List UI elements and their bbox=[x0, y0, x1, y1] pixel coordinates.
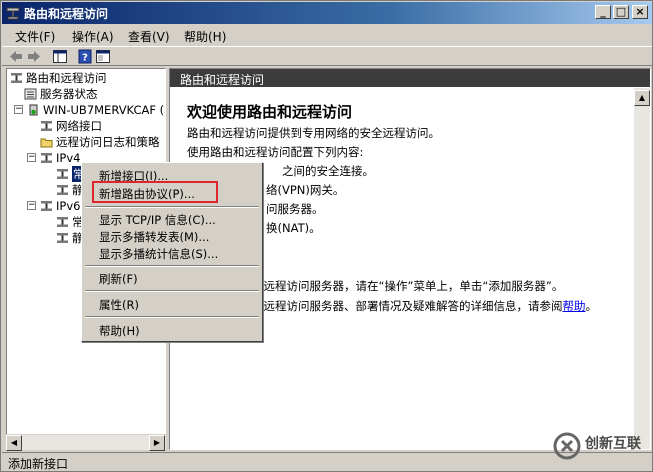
scroll-right-icon[interactable]: ▶ bbox=[149, 435, 165, 451]
minimize-button[interactable]: _ bbox=[595, 5, 611, 19]
menu-help[interactable]: 帮助(H) bbox=[184, 28, 226, 45]
tree-node-server-status[interactable]: 服务器状态 bbox=[24, 86, 98, 102]
expand-ipv6-toggle[interactable]: − bbox=[27, 201, 36, 210]
menu-file[interactable]: 文件(F) bbox=[15, 28, 55, 45]
menu-separator bbox=[85, 316, 259, 318]
router-icon bbox=[57, 169, 68, 179]
details-header: 路由和远程访问 bbox=[170, 69, 650, 87]
menu-show-multicast-forwarding[interactable]: 显示多播转发表(M)... bbox=[99, 229, 209, 245]
tree-node-ipv6[interactable]: IPv6 bbox=[40, 198, 80, 214]
router-icon bbox=[57, 185, 68, 195]
tree-node-ipv6-static[interactable]: 静 bbox=[56, 230, 84, 246]
router-icon bbox=[57, 233, 68, 243]
router-icon bbox=[41, 201, 52, 211]
title-bar[interactable]: 路由和远程访问 _ □ × bbox=[2, 2, 652, 24]
tree-node-logging-policy[interactable]: 远程访问日志和策略 bbox=[40, 134, 160, 150]
menu-separator bbox=[85, 265, 259, 267]
status-text: 添加新接口 bbox=[8, 457, 69, 471]
add-server-instruction: 和远程访问服务器，请在“操作”菜单上，单击“添加服务器”。 bbox=[252, 279, 564, 293]
details-vertical-scrollbar[interactable]: ▲ bbox=[634, 88, 650, 449]
menu-refresh[interactable]: 刷新(F) bbox=[99, 271, 138, 287]
feature-access-server: 问服务器。 bbox=[266, 202, 324, 216]
forward-arrow-icon[interactable] bbox=[26, 49, 42, 64]
feature-nat: 换(NAT)。 bbox=[266, 221, 321, 235]
router-icon bbox=[11, 73, 22, 83]
menu-properties[interactable]: 属性(R) bbox=[99, 297, 139, 313]
feature-vpn-gateway: 络(VPN)网关。 bbox=[266, 183, 345, 197]
watermark: 创新互联 bbox=[549, 429, 653, 465]
configure-line: 使用路由和远程访问配置下列内容: bbox=[187, 145, 364, 159]
tree-node-network-interfaces[interactable]: 网络接口 bbox=[40, 118, 102, 134]
router-icon bbox=[57, 217, 68, 227]
help-book-icon[interactable]: ? bbox=[77, 49, 93, 64]
menu-view[interactable]: 查看(V) bbox=[128, 28, 170, 45]
show-hide-tree-icon[interactable] bbox=[52, 49, 68, 64]
tree-node-root[interactable]: 路由和远程访问 bbox=[10, 70, 107, 86]
maximize-button[interactable]: □ bbox=[613, 5, 629, 19]
menu-show-tcpip[interactable]: 显示 TCP/IP 信息(C)... bbox=[99, 212, 216, 228]
svg-text:?: ? bbox=[82, 53, 88, 64]
expand-ipv4-toggle[interactable]: − bbox=[27, 153, 36, 162]
watermark-logo-icon bbox=[553, 432, 581, 460]
intro-line: 路由和远程访问提供到专用网络的安全远程访问。 bbox=[187, 126, 440, 140]
server-list-icon bbox=[24, 88, 37, 100]
menu-help-item[interactable]: 帮助(H) bbox=[99, 323, 140, 339]
help-instruction: 和远程访问服务器、部署情况及疑难解答的详细信息，请参阅帮助。 bbox=[252, 299, 597, 313]
tree-node-ipv4[interactable]: IPv4 bbox=[40, 150, 80, 166]
close-button[interactable]: × bbox=[632, 5, 648, 19]
folder-icon bbox=[40, 138, 53, 148]
menu-show-multicast-stats[interactable]: 显示多播统计信息(S)... bbox=[99, 246, 218, 262]
back-arrow-icon[interactable] bbox=[8, 49, 24, 64]
router-app-icon bbox=[6, 7, 20, 20]
console-pane-icon[interactable] bbox=[95, 49, 111, 64]
router-icon bbox=[41, 121, 52, 131]
tree-node-ipv4-static[interactable]: 静 bbox=[56, 182, 84, 198]
watermark-text: 创新互联 bbox=[585, 436, 641, 452]
menu-separator bbox=[85, 290, 259, 292]
menu-bar: 文件(F) 操作(A) 查看(V) 帮助(H) bbox=[2, 25, 652, 45]
expand-server-toggle[interactable]: − bbox=[14, 105, 23, 114]
window-title: 路由和远程访问 bbox=[24, 7, 109, 21]
menu-action[interactable]: 操作(A) bbox=[72, 28, 114, 45]
menu-separator bbox=[85, 206, 259, 208]
context-menu: 新增接口(I)... 新增路由协议(P)... 显示 TCP/IP 信息(C).… bbox=[81, 162, 263, 342]
welcome-title: 欢迎使用路由和远程访问 bbox=[187, 103, 353, 121]
scroll-left-icon[interactable]: ◀ bbox=[6, 435, 22, 451]
highlight-box bbox=[92, 181, 218, 203]
tree-horizontal-scrollbar[interactable]: ◀ ▶ bbox=[6, 434, 166, 451]
toolbar: ? bbox=[2, 46, 652, 66]
feature-secure-connection: 之间的安全连接。 bbox=[282, 164, 374, 178]
scroll-up-icon[interactable]: ▲ bbox=[634, 90, 650, 106]
tree-node-server[interactable]: WIN-UB7MERVKCAF (本 bbox=[27, 102, 165, 118]
router-icon bbox=[41, 153, 52, 163]
tree-node-ipv6-general[interactable]: 常 bbox=[56, 214, 84, 230]
help-link[interactable]: 帮助 bbox=[563, 299, 586, 313]
server-up-icon bbox=[29, 104, 38, 116]
app-window: 路由和远程访问 _ □ × 文件(F) 操作(A) 查看(V) 帮助(H) ? … bbox=[0, 0, 653, 472]
